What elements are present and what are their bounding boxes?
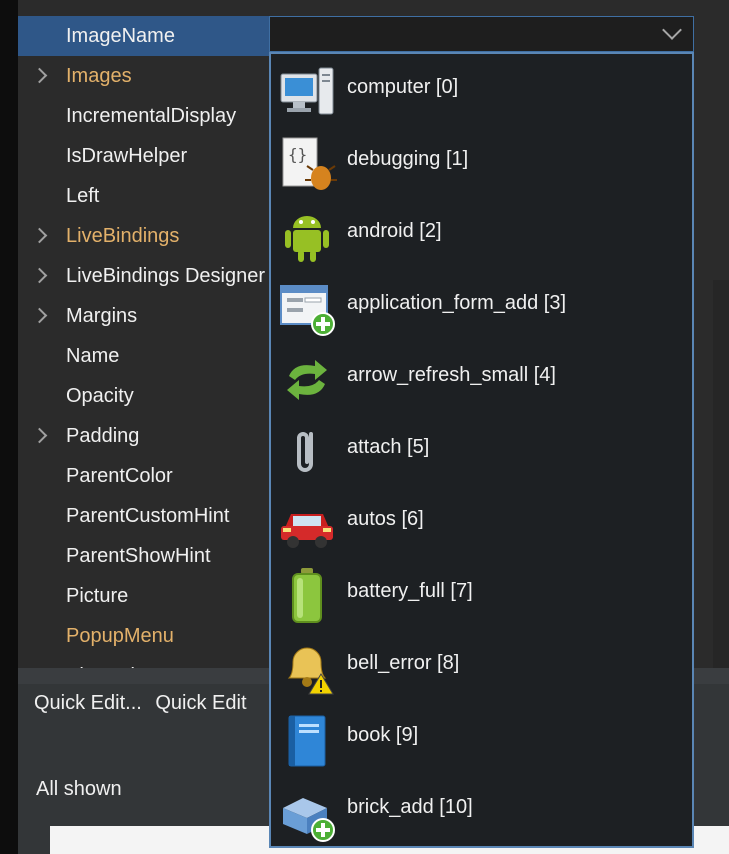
dropdown-item-label: android [2]	[347, 220, 442, 242]
dropdown-item-label: book [9]	[347, 724, 419, 746]
dropdown-item[interactable]: brick_add [10]	[271, 776, 692, 846]
property-row[interactable]: Picture	[18, 576, 287, 616]
dropdown-item[interactable]: {} debugging [1]	[271, 128, 692, 200]
property-row[interactable]: ParentColor	[18, 456, 287, 496]
dropdown-item[interactable]: attach [5]	[271, 416, 692, 488]
quick-edit-links: Quick Edit... Quick Edit	[34, 692, 255, 715]
property-name: IsDrawHelper	[66, 145, 188, 167]
property-name: LiveBindings Designer	[66, 265, 266, 287]
quick-edit-link[interactable]: Quick Edit...	[34, 692, 142, 714]
property-name: Images	[66, 65, 132, 87]
property-name: Margins	[66, 305, 138, 327]
property-name: PopupMenu	[66, 625, 174, 647]
dropdown-item-label: computer [0]	[347, 76, 459, 98]
brick-add-icon	[277, 782, 337, 842]
dropdown-item-label: debugging [1]	[347, 148, 469, 170]
dropdown-item-label: arrow_refresh_small [4]	[347, 364, 556, 386]
quick-edit-link[interactable]: Quick Edit	[155, 692, 246, 714]
chevron-right-icon[interactable]	[31, 67, 48, 84]
property-name: LiveBindings	[66, 225, 180, 247]
property-row[interactable]: IncrementalDisplay	[18, 96, 287, 136]
dropdown-item-label: brick_add [10]	[347, 796, 473, 818]
property-row[interactable]: Margins	[18, 296, 287, 336]
dropdown-item-label: autos [6]	[347, 508, 424, 530]
android-icon	[277, 206, 337, 266]
property-name: IncrementalDisplay	[66, 105, 237, 127]
chevron-right-icon[interactable]	[31, 307, 48, 324]
dropdown-item-label: application_form_add [3]	[347, 292, 567, 314]
autos-icon	[277, 494, 337, 554]
dropdown-item-label: attach [5]	[347, 436, 430, 458]
property-name: Opacity	[66, 385, 134, 407]
property-row[interactable]: LiveBindings	[18, 216, 287, 256]
property-row[interactable]: ImageName	[18, 16, 287, 56]
property-row[interactable]: Name	[18, 336, 287, 376]
chevron-right-icon[interactable]	[31, 267, 48, 284]
dropdown-item[interactable]: book [9]	[271, 704, 692, 776]
property-name: Name	[66, 345, 120, 367]
property-row[interactable]: ParentCustomHint	[18, 496, 287, 536]
image-dropdown-list[interactable]: computer [0] {} debugging [1] android [2] ap…	[269, 52, 694, 848]
property-name: ParentCustomHint	[66, 505, 230, 527]
bell-error-icon	[277, 638, 337, 698]
property-row[interactable]: IsDrawHelper	[18, 136, 287, 176]
computer-icon	[277, 62, 337, 122]
dropdown-item[interactable]: bell_error [8]	[271, 632, 692, 704]
property-name: Picture	[66, 585, 129, 607]
status-text: All shown	[36, 778, 122, 800]
arrow-refresh-small-icon	[277, 350, 337, 410]
property-row[interactable]: ParentShowHint	[18, 536, 287, 576]
property-row[interactable]: PopupMenu	[18, 616, 287, 656]
dropdown-item[interactable]: android [2]	[271, 200, 692, 272]
battery-full-icon	[277, 566, 337, 626]
property-name: Padding	[66, 425, 140, 447]
debugging-icon: {}	[277, 134, 337, 194]
chevron-right-icon[interactable]	[31, 227, 48, 244]
dropdown-item-label: bell_error [8]	[347, 652, 460, 674]
property-name: ImageName	[66, 25, 175, 47]
chevron-right-icon[interactable]	[31, 427, 48, 444]
window-edge	[0, 0, 18, 854]
property-name: Left	[66, 185, 100, 207]
property-list: ImageName Images IncrementalDisplay IsDrawH…	[18, 0, 287, 668]
property-row[interactable]: Images	[18, 56, 287, 96]
property-row[interactable]: ShowHint	[18, 656, 287, 668]
chevron-down-icon[interactable]	[662, 20, 682, 40]
property-name: ParentShowHint	[66, 545, 211, 567]
dropdown-item[interactable]: application_form_add [3]	[271, 272, 692, 344]
dropdown-item-label: battery_full [7]	[347, 580, 473, 602]
property-name: ParentColor	[66, 465, 173, 487]
dropdown-item[interactable]: autos [6]	[271, 488, 692, 560]
property-row[interactable]: Left	[18, 176, 287, 216]
svg-text:{}: {}	[288, 145, 307, 164]
book-icon	[277, 710, 337, 770]
property-row[interactable]: Opacity	[18, 376, 287, 416]
dropdown-item[interactable]: battery_full [7]	[271, 560, 692, 632]
application-form-add-icon	[277, 278, 337, 338]
property-row[interactable]: Padding	[18, 416, 287, 456]
attach-icon	[277, 422, 337, 482]
property-row[interactable]: LiveBindings Designer	[18, 256, 287, 296]
image-name-combobox[interactable]	[269, 16, 694, 52]
dropdown-item[interactable]: arrow_refresh_small [4]	[271, 344, 692, 416]
dropdown-item[interactable]: computer [0]	[271, 56, 692, 128]
